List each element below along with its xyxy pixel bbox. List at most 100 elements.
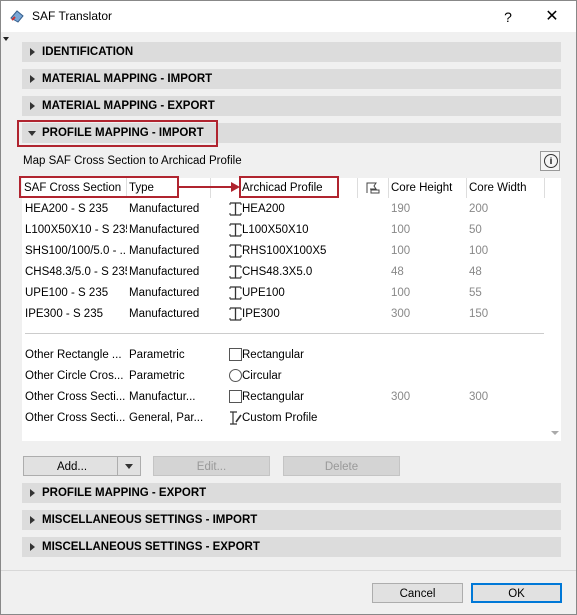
cross-section-cell: Other Rectangle ... xyxy=(25,349,122,361)
column-header-core-height[interactable]: Core Height xyxy=(389,178,467,198)
info-button[interactable]: i xyxy=(540,151,560,171)
chevron-right-icon xyxy=(30,543,35,551)
table-row[interactable]: UPE100 - S 235 Manufactured UPE100 100 55 xyxy=(22,283,547,303)
chevron-right-icon xyxy=(30,516,35,524)
table-row[interactable]: Other Cross Secti... General, Par... Custo… xyxy=(22,408,547,428)
i-beam-icon xyxy=(229,286,242,300)
table-row[interactable]: Other Rectangle ... Parametric Rectangular xyxy=(22,345,547,365)
table-row[interactable]: Other Cross Secti... Manufactur... Rectang… xyxy=(22,387,547,407)
chevron-right-icon xyxy=(30,48,35,56)
profile-mapping-table: SAF Cross Section Type Archicad Profile … xyxy=(22,178,561,441)
cross-section-cell: HEA200 - S 235 xyxy=(25,203,109,215)
archicad-profile-cell: RHS100X100X5 xyxy=(242,245,327,257)
cross-section-cell: Other Cross Secti... xyxy=(25,412,126,424)
core-width-cell: 150 xyxy=(469,308,489,320)
type-cell: Parametric xyxy=(129,349,185,361)
table-row[interactable]: L100X50X10 - S 235 Manufactured L100X50X10… xyxy=(22,220,547,240)
archicad-profile-cell: CHS48.3X5.0 xyxy=(242,266,313,278)
column-header-profile-icon[interactable] xyxy=(358,178,389,198)
section-material-mapping-export[interactable]: MATERIAL MAPPING - EXPORT xyxy=(22,96,561,116)
core-height-cell: 100 xyxy=(391,224,411,236)
circle-icon xyxy=(229,369,242,382)
chevron-right-icon xyxy=(30,75,35,83)
core-width-cell: 48 xyxy=(469,266,482,278)
archicad-profile-cell: IPE300 xyxy=(242,308,280,320)
cross-section-cell: UPE100 - S 235 xyxy=(25,287,109,299)
archicad-profile-cell: Circular xyxy=(242,370,282,382)
type-cell: Manufactured xyxy=(129,224,200,236)
column-header-core-width[interactable]: Core Width xyxy=(467,178,545,198)
highlight-box-saf-columns xyxy=(19,176,179,198)
footer-divider xyxy=(1,570,576,571)
core-height-cell: 190 xyxy=(391,203,411,215)
core-width-cell: 50 xyxy=(469,224,482,236)
type-cell: Manufactured xyxy=(129,287,200,299)
scroll-down-icon[interactable] xyxy=(551,431,559,435)
table-separator xyxy=(25,333,544,334)
core-width-cell: 100 xyxy=(469,245,489,257)
cross-section-cell: SHS100/100/5.0 - ... xyxy=(25,245,127,257)
type-cell: Manufactured xyxy=(129,245,200,257)
core-width-cell: 55 xyxy=(469,287,482,299)
i-beam-icon xyxy=(229,244,242,258)
close-button[interactable]: ✕ xyxy=(539,6,565,28)
type-cell: Manufactur... xyxy=(129,391,196,403)
custom-profile-icon xyxy=(230,411,242,425)
info-icon: i xyxy=(544,154,558,168)
core-height-cell: 100 xyxy=(391,245,411,257)
app-icon xyxy=(10,10,24,23)
chevron-down-icon xyxy=(125,464,133,469)
cross-section-cell: L100X50X10 - S 235 xyxy=(25,224,127,236)
cross-section-cell: Other Cross Secti... xyxy=(25,391,126,403)
core-height-cell: 300 xyxy=(391,308,411,320)
saf-translator-dialog: SAF Translator ? ✕ IDENTIFICATION MATERI… xyxy=(0,0,577,615)
type-cell: Parametric xyxy=(129,370,185,382)
type-cell: Manufactured xyxy=(129,308,200,320)
table-row[interactable]: SHS100/100/5.0 - ... Manufactured RHS100X1… xyxy=(22,241,547,261)
help-button[interactable]: ? xyxy=(496,6,520,28)
archicad-profile-cell: Rectangular xyxy=(242,391,305,403)
section-misc-settings-import[interactable]: MISCELLANEOUS SETTINGS - IMPORT xyxy=(22,510,561,530)
core-height-cell: 100 xyxy=(391,287,411,299)
resize-marker-icon xyxy=(3,37,9,41)
edit-button[interactable]: Edit... xyxy=(153,456,270,476)
archicad-profile-cell: HEA200 xyxy=(242,203,285,215)
core-width-cell: 300 xyxy=(469,391,489,403)
section-misc-settings-export[interactable]: MISCELLANEOUS SETTINGS - EXPORT xyxy=(22,537,561,557)
cross-section-cell: IPE300 - S 235 xyxy=(25,308,103,320)
highlight-box-archicad-profile xyxy=(239,176,339,198)
rectangle-icon xyxy=(229,348,242,361)
section-identification[interactable]: IDENTIFICATION xyxy=(22,42,561,62)
delete-button[interactable]: Delete xyxy=(283,456,400,476)
cross-section-cell: Other Circle Cros... xyxy=(25,370,124,382)
add-button[interactable]: Add... xyxy=(23,456,141,476)
section-profile-mapping-export[interactable]: PROFILE MAPPING - EXPORT xyxy=(22,483,561,503)
cross-section-cell: CHS48.3/5.0 - S 235 xyxy=(25,266,127,278)
cancel-button[interactable]: Cancel xyxy=(372,583,463,603)
add-dropdown-arrow[interactable] xyxy=(117,457,140,475)
type-cell: Manufactured xyxy=(129,266,200,278)
table-row[interactable]: Other Circle Cros... Parametric Circular xyxy=(22,366,547,386)
rectangle-icon xyxy=(229,390,242,403)
archicad-profile-cell: Rectangular xyxy=(242,349,305,361)
chevron-right-icon xyxy=(30,489,35,497)
i-beam-icon xyxy=(229,202,242,216)
table-row[interactable]: IPE300 - S 235 Manufactured IPE300 300 150 xyxy=(22,304,547,324)
type-cell: General, Par... xyxy=(129,412,204,424)
section-material-mapping-import[interactable]: MATERIAL MAPPING - IMPORT xyxy=(22,69,561,89)
table-row[interactable]: CHS48.3/5.0 - S 235 Manufactured CHS48.3X5… xyxy=(22,262,547,282)
highlight-box-section xyxy=(17,120,218,147)
window-title: SAF Translator xyxy=(32,9,113,23)
archicad-profile-cell: L100X50X10 xyxy=(242,224,309,236)
type-cell: Manufactured xyxy=(129,203,200,215)
core-height-cell: 300 xyxy=(391,391,411,403)
i-beam-icon xyxy=(229,265,242,279)
table-row[interactable]: HEA200 - S 235 Manufactured HEA200 190 200 xyxy=(22,199,547,219)
i-beam-icon xyxy=(229,307,242,321)
i-beam-icon xyxy=(229,223,242,237)
profile-mapping-description: Map SAF Cross Section to Archicad Profil… xyxy=(23,155,242,167)
mapping-arrow-icon xyxy=(179,182,240,192)
archicad-profile-cell: Custom Profile xyxy=(242,412,318,424)
ok-button[interactable]: OK xyxy=(471,583,562,603)
title-bar: SAF Translator ? ✕ xyxy=(1,1,576,32)
